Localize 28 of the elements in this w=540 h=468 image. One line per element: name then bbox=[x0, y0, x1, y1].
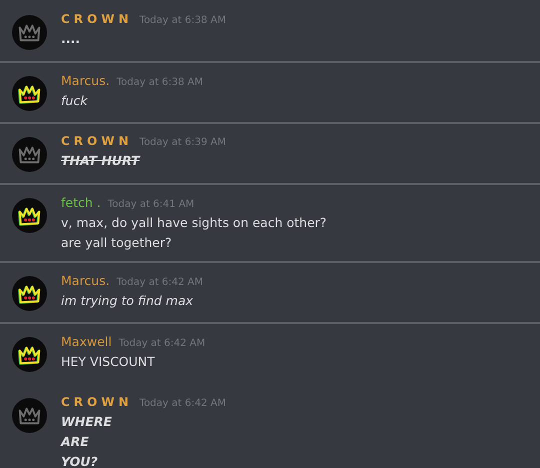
message-text: ARE bbox=[61, 434, 90, 449]
message-text: im trying to find max bbox=[61, 293, 194, 308]
author-name[interactable]: CROWN bbox=[61, 12, 133, 26]
message-text: v, max, do yall have sights on each other? bbox=[61, 215, 327, 230]
crown-avatar-icon[interactable] bbox=[12, 198, 47, 233]
timestamp: Today at 6:42 AM bbox=[140, 398, 226, 409]
message-text: are yall together? bbox=[61, 235, 173, 250]
message-text: WHERE bbox=[61, 414, 113, 429]
timestamp: Today at 6:42 AM bbox=[116, 277, 204, 288]
message-text: fuck bbox=[61, 93, 89, 108]
message-text: .... bbox=[61, 31, 81, 46]
crown-avatar-icon[interactable] bbox=[12, 276, 47, 311]
message-text: YOU? bbox=[61, 454, 99, 468]
timestamp: Today at 6:38 AM bbox=[140, 15, 226, 26]
message-text: HEY VISCOUNT bbox=[61, 354, 156, 369]
author-name[interactable]: fetch . bbox=[61, 195, 101, 210]
author-name[interactable]: Marcus. bbox=[61, 73, 110, 88]
crown-avatar-icon[interactable] bbox=[12, 337, 47, 372]
author-name[interactable]: CROWN bbox=[61, 134, 133, 148]
message-text: THAT HURT bbox=[61, 153, 142, 168]
author-name[interactable]: Maxwell bbox=[61, 334, 112, 349]
author-name[interactable]: Marcus. bbox=[61, 273, 110, 288]
timestamp: Today at 6:39 AM bbox=[140, 137, 226, 148]
timestamp: Today at 6:41 AM bbox=[108, 199, 194, 210]
author-name[interactable]: CROWN bbox=[61, 395, 133, 409]
timestamp: Today at 6:42 AM bbox=[118, 338, 206, 349]
timestamp: Today at 6:38 AM bbox=[116, 77, 204, 88]
crown-avatar-icon[interactable] bbox=[12, 76, 47, 111]
